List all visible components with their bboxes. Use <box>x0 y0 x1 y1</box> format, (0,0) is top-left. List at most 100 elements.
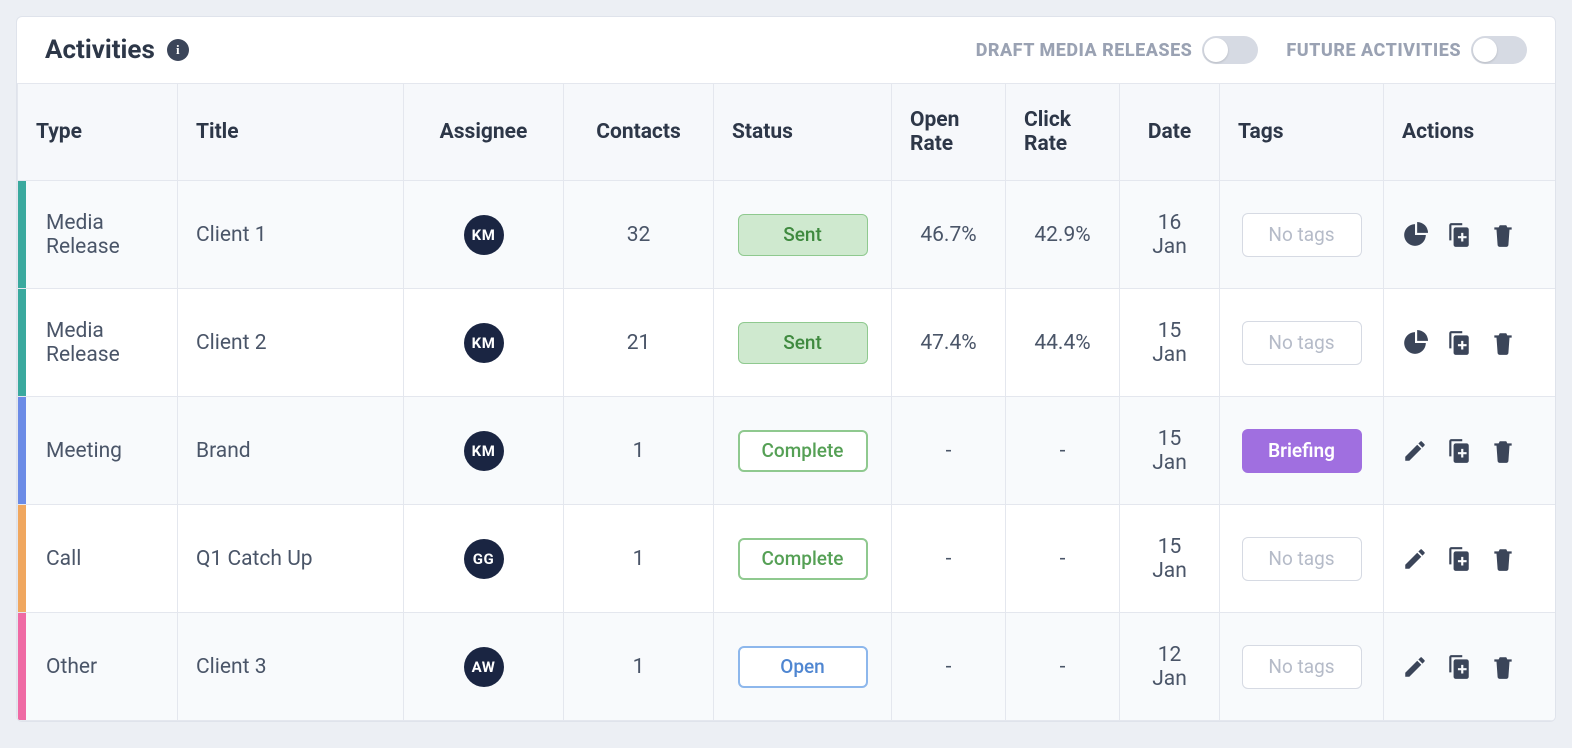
cell-click-rate: - <box>1006 397 1120 505</box>
cell-open-rate: 46.7% <box>892 181 1006 289</box>
cell-status: Open <box>714 613 892 721</box>
cell-click-rate: - <box>1006 505 1120 613</box>
cell-status: Complete <box>714 397 892 505</box>
cell-tags: Briefing <box>1220 397 1384 505</box>
cell-assignee: KM <box>404 289 564 397</box>
cell-type: Meeting <box>18 397 178 505</box>
delete-icon[interactable] <box>1490 330 1516 356</box>
duplicate-icon[interactable] <box>1446 654 1472 680</box>
col-assignee[interactable]: Assignee <box>404 84 564 181</box>
type-label: Call <box>46 547 81 571</box>
tag-pill[interactable]: Briefing <box>1242 429 1362 473</box>
draft-releases-toggle[interactable] <box>1202 36 1258 64</box>
col-tags[interactable]: Tags <box>1220 84 1384 181</box>
cell-status: Sent <box>714 181 892 289</box>
avatar[interactable]: KM <box>464 215 504 255</box>
avatar[interactable]: GG <box>464 539 504 579</box>
delete-icon[interactable] <box>1490 222 1516 248</box>
cell-open-rate: - <box>892 505 1006 613</box>
type-color-bar <box>18 289 26 396</box>
duplicate-icon[interactable] <box>1446 546 1472 572</box>
cell-click-rate: 42.9% <box>1006 181 1120 289</box>
col-date[interactable]: Date <box>1120 84 1220 181</box>
edit-icon[interactable] <box>1402 546 1428 572</box>
cell-tags: No tags <box>1220 505 1384 613</box>
cell-tags: No tags <box>1220 613 1384 721</box>
duplicate-icon[interactable] <box>1446 330 1472 356</box>
cell-title[interactable]: Client 2 <box>178 289 404 397</box>
cell-type: Media Release <box>18 289 178 397</box>
col-title[interactable]: Title <box>178 84 404 181</box>
status-badge: Open <box>738 646 868 688</box>
duplicate-icon[interactable] <box>1446 222 1472 248</box>
analytics-icon[interactable] <box>1402 330 1428 356</box>
future-activities-toggle[interactable] <box>1471 36 1527 64</box>
status-badge: Sent <box>738 214 868 256</box>
cell-date: 15 Jan <box>1120 505 1220 613</box>
delete-icon[interactable] <box>1490 546 1516 572</box>
cell-title[interactable]: Brand <box>178 397 404 505</box>
table-row[interactable]: CallQ1 Catch UpGG1Complete--15 JanNo tag… <box>18 505 1557 613</box>
table-row[interactable]: Media ReleaseClient 1KM32Sent46.7%42.9%1… <box>18 181 1557 289</box>
analytics-icon[interactable] <box>1402 222 1428 248</box>
no-tags-pill[interactable]: No tags <box>1242 645 1362 689</box>
cell-open-rate: 47.4% <box>892 289 1006 397</box>
cell-contacts: 32 <box>564 181 714 289</box>
cell-actions <box>1384 397 1557 505</box>
cell-status: Complete <box>714 505 892 613</box>
header-toggles: DRAFT MEDIA RELEASES FUTURE ACTIVITIES <box>976 36 1527 64</box>
cell-actions <box>1384 289 1557 397</box>
cell-date: 15 Jan <box>1120 289 1220 397</box>
no-tags-pill[interactable]: No tags <box>1242 213 1362 257</box>
draft-releases-label: DRAFT MEDIA RELEASES <box>976 40 1193 61</box>
cell-assignee: AW <box>404 613 564 721</box>
col-contacts[interactable]: Contacts <box>564 84 714 181</box>
type-color-bar <box>18 181 26 288</box>
cell-contacts: 21 <box>564 289 714 397</box>
col-open[interactable]: Open Rate <box>892 84 1006 181</box>
col-actions[interactable]: Actions <box>1384 84 1557 181</box>
cell-title[interactable]: Client 3 <box>178 613 404 721</box>
col-status[interactable]: Status <box>714 84 892 181</box>
type-color-bar <box>18 613 26 720</box>
future-activities-toggle-group: FUTURE ACTIVITIES <box>1286 36 1527 64</box>
type-label: Meeting <box>46 439 122 463</box>
table-row[interactable]: Media ReleaseClient 2 KM 21 Sent 47.4%44.4%1… <box>18 289 1557 397</box>
activities-title-group: Activities i <box>45 35 189 65</box>
cell-contacts: 1 <box>564 397 714 505</box>
cell-assignee: GG <box>404 505 564 613</box>
avatar[interactable]: KM <box>464 323 504 363</box>
cell-type: Call <box>18 505 178 613</box>
cell-date: 12 Jan <box>1120 613 1220 721</box>
avatar[interactable]: AW <box>464 647 504 687</box>
cell-actions <box>1384 505 1557 613</box>
cell-tags: No tags <box>1220 181 1384 289</box>
info-icon[interactable]: i <box>167 39 189 61</box>
delete-icon[interactable] <box>1490 654 1516 680</box>
edit-icon[interactable] <box>1402 654 1428 680</box>
status-badge: Sent <box>738 322 868 364</box>
cell-title[interactable]: Q1 Catch Up <box>178 505 404 613</box>
type-label: Other <box>46 655 97 679</box>
avatar[interactable]: KM <box>464 431 504 471</box>
status-badge: Complete <box>738 430 868 472</box>
cell-title[interactable]: Client 1 <box>178 181 404 289</box>
delete-icon[interactable] <box>1490 438 1516 464</box>
edit-icon[interactable] <box>1402 438 1428 464</box>
no-tags-pill[interactable]: No tags <box>1242 537 1362 581</box>
cell-type: Other <box>18 613 178 721</box>
duplicate-icon[interactable] <box>1446 438 1472 464</box>
cell-open-rate: - <box>892 397 1006 505</box>
cell-click-rate: 44.4% <box>1006 289 1120 397</box>
col-type[interactable]: Type <box>18 84 178 181</box>
table-row[interactable]: OtherClient 3AW1Open--12 JanNo tags <box>18 613 1557 721</box>
cell-contacts: 1 <box>564 613 714 721</box>
status-badge: Complete <box>738 538 868 580</box>
cell-click-rate: - <box>1006 613 1120 721</box>
table-row[interactable]: MeetingBrandKM1Complete--15 JanBriefing <box>18 397 1557 505</box>
col-click[interactable]: Click Rate <box>1006 84 1120 181</box>
cell-assignee: KM <box>404 397 564 505</box>
type-color-bar <box>18 397 26 504</box>
no-tags-pill[interactable]: No tags <box>1242 321 1362 365</box>
cell-type: Media Release <box>18 181 178 289</box>
